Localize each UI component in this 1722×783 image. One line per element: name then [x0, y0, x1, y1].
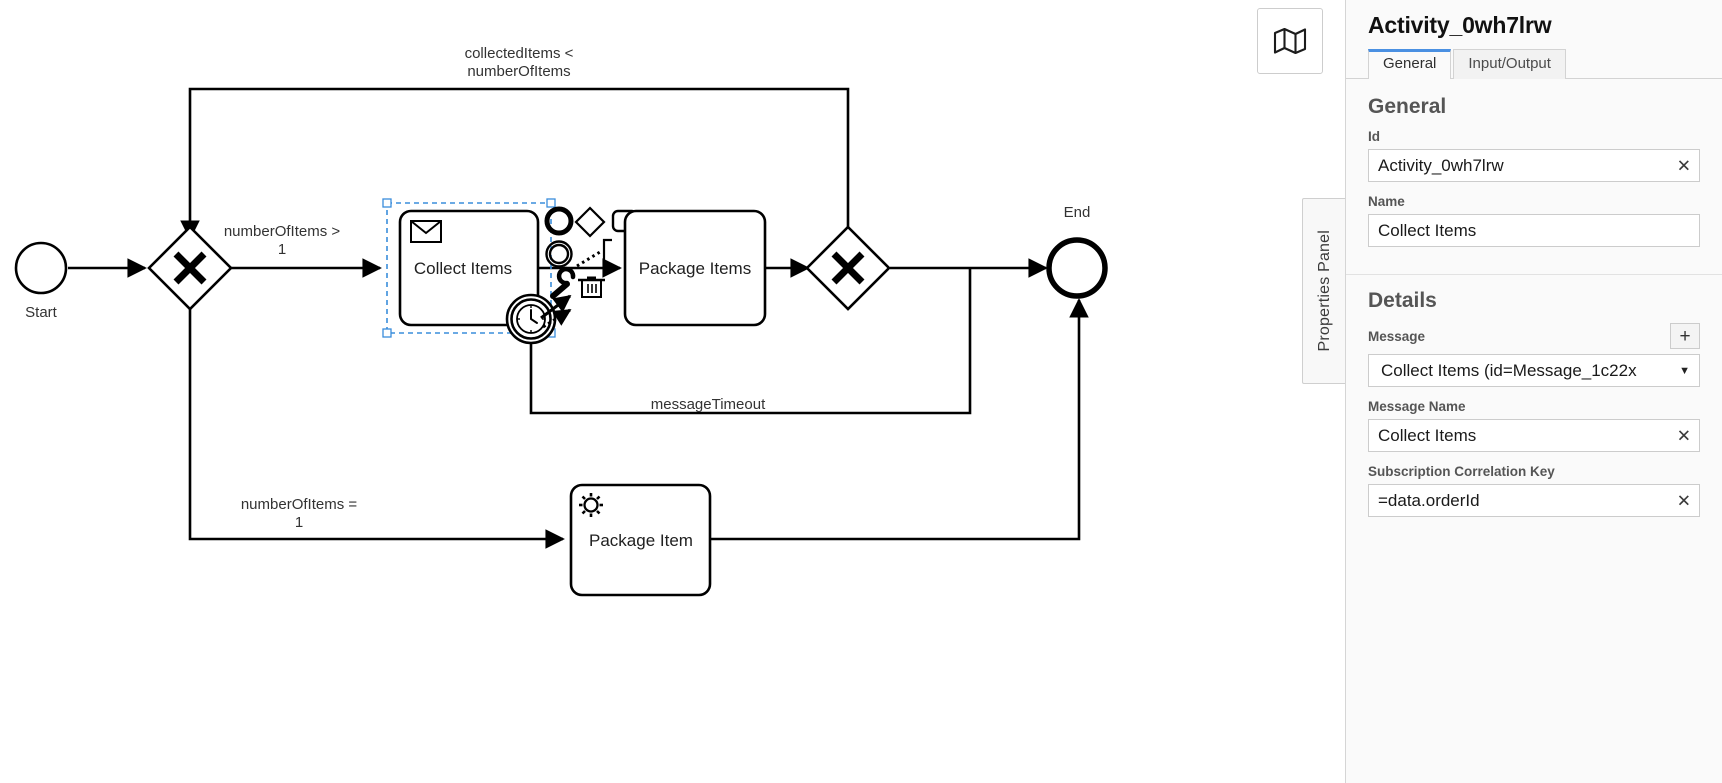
field-message-name-label: Message Name [1368, 399, 1466, 414]
panel-tabs: General Input/Output [1346, 49, 1722, 80]
bpmn-canvas[interactable]: Start Collect Items Package Items End Pa… [0, 0, 1305, 783]
id-input[interactable] [1368, 149, 1700, 182]
properties-panel-tab-label: Properties Panel [1315, 230, 1333, 352]
tab-input-output-label: Input/Output [1468, 55, 1551, 72]
flow-label-one-line1: numberOfItems = [241, 496, 358, 513]
append-text-annotation-icon [602, 238, 612, 268]
field-name-label: Name [1368, 194, 1405, 209]
properties-panel: Activity_0wh7lrw General Input/Output Ge… [1345, 0, 1722, 783]
correlation-key-input[interactable] [1368, 484, 1700, 517]
delete-trash-icon[interactable] [578, 276, 605, 298]
field-message-label: Message [1368, 328, 1426, 344]
flow-package-item-to-end [710, 298, 1089, 541]
field-id-label: Id [1368, 129, 1380, 144]
properties-panel-toggle-tab[interactable]: Properties Panel [1302, 198, 1346, 384]
map-icon [1273, 27, 1307, 55]
flow-label-loop-line1: collectedItems < [465, 45, 574, 62]
section-heading-general: General [1368, 95, 1447, 118]
task-package-item-label: Package Item [589, 531, 693, 550]
field-name: Name Collect Items [1346, 194, 1722, 264]
message-name-input[interactable] [1368, 419, 1700, 452]
panel-title: Activity_0wh7lrw [1368, 12, 1552, 38]
task-package-items-label: Package Items [639, 259, 751, 278]
start-event-label: Start [25, 304, 58, 321]
minimap-toggle-button[interactable] [1257, 8, 1323, 74]
append-intermediate-event-icon[interactable] [545, 240, 573, 268]
task-collect-items-label: Collect Items [414, 259, 512, 278]
wrench-icon[interactable] [550, 266, 576, 299]
end-event [1046, 237, 1108, 299]
tab-general[interactable]: General [1368, 49, 1452, 80]
append-gateway-icon [574, 206, 606, 238]
start-event [14, 241, 68, 295]
message-name-clear-icon[interactable]: ✕ [1677, 427, 1691, 444]
flow-label-message-timeout: messageTimeout [651, 396, 766, 413]
flow-label-many-line2: 1 [278, 241, 286, 258]
flow-label-loop-line2: numberOfItems [467, 63, 570, 80]
connect-icon[interactable] [576, 250, 601, 268]
correlation-key-clear-icon[interactable]: ✕ [1677, 492, 1691, 509]
tab-input-output[interactable]: Input/Output [1453, 49, 1566, 79]
message-select[interactable]: Collect Items (id=Message_1c22x [1368, 354, 1700, 387]
boundary-timer-event[interactable] [505, 293, 557, 345]
name-input[interactable]: Collect Items [1368, 214, 1700, 247]
field-correlation-key-label: Subscription Correlation Key [1368, 464, 1555, 479]
field-correlation-key: Subscription Correlation Key ✕ [1346, 464, 1722, 529]
id-clear-icon[interactable]: ✕ [1677, 157, 1691, 174]
field-id: Id ✕ [1346, 129, 1722, 194]
flow-label-many-line1: numberOfItems > [224, 223, 341, 240]
tab-general-label: General [1383, 55, 1437, 72]
flow-label-one-line2: 1 [295, 514, 303, 531]
bpmn-modeler: Start Collect Items Package Items End Pa… [0, 0, 1722, 783]
section-heading-details: Details [1346, 274, 1722, 323]
end-event-label: End [1064, 204, 1091, 221]
field-message: Message + Collect Items (id=Message_1c22… [1346, 323, 1722, 399]
field-message-name: Message Name ✕ [1346, 399, 1722, 464]
message-envelope-icon [410, 220, 442, 243]
add-message-button[interactable]: + [1670, 323, 1700, 349]
